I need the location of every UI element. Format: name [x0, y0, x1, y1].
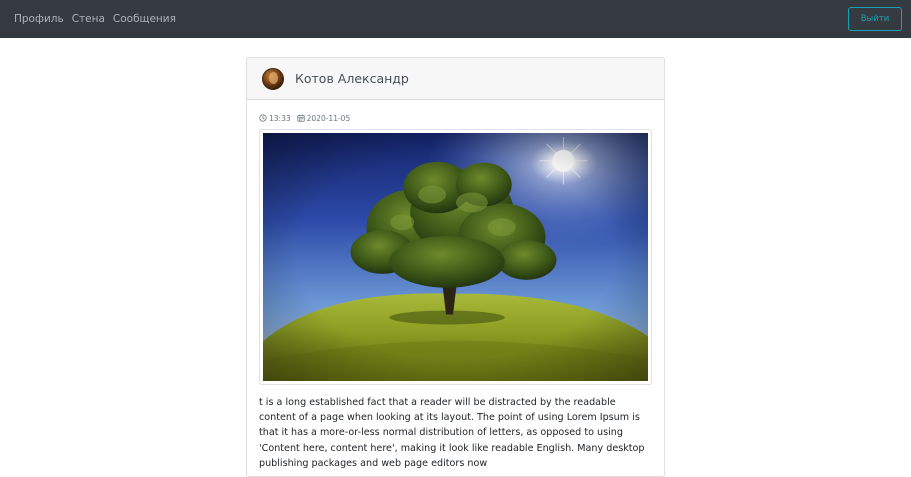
author-name[interactable]: Котов Александр	[295, 71, 409, 86]
post-date-text: 2020-11-05	[306, 113, 351, 123]
post-time: 13:33	[259, 114, 291, 123]
top-navbar: Профиль Стена Сообщения Выйти	[0, 0, 911, 38]
post-time-text: 13:33	[269, 113, 291, 123]
nav-link-profile[interactable]: Профиль	[14, 13, 64, 25]
post-image[interactable]	[259, 129, 652, 385]
post-header: Котов Александр	[247, 58, 664, 100]
nav-link-wall[interactable]: Стена	[72, 13, 105, 25]
post-date: 2020-11-05	[297, 113, 351, 123]
calendar-icon	[297, 114, 305, 122]
avatar[interactable]	[262, 67, 284, 90]
clock-icon	[259, 114, 267, 122]
post-meta: 13:33 2020-11-05	[259, 111, 652, 125]
nav-link-messages[interactable]: Сообщения	[113, 13, 176, 25]
post-card: Котов Александр 13:33 2020-11-05 t is a …	[246, 57, 665, 477]
post-body: 13:33 2020-11-05 t is a long established…	[247, 100, 664, 471]
logout-button[interactable]: Выйти	[848, 7, 902, 31]
post-text: t is a long established fact that a read…	[259, 397, 645, 469]
tree-photo	[263, 133, 648, 381]
